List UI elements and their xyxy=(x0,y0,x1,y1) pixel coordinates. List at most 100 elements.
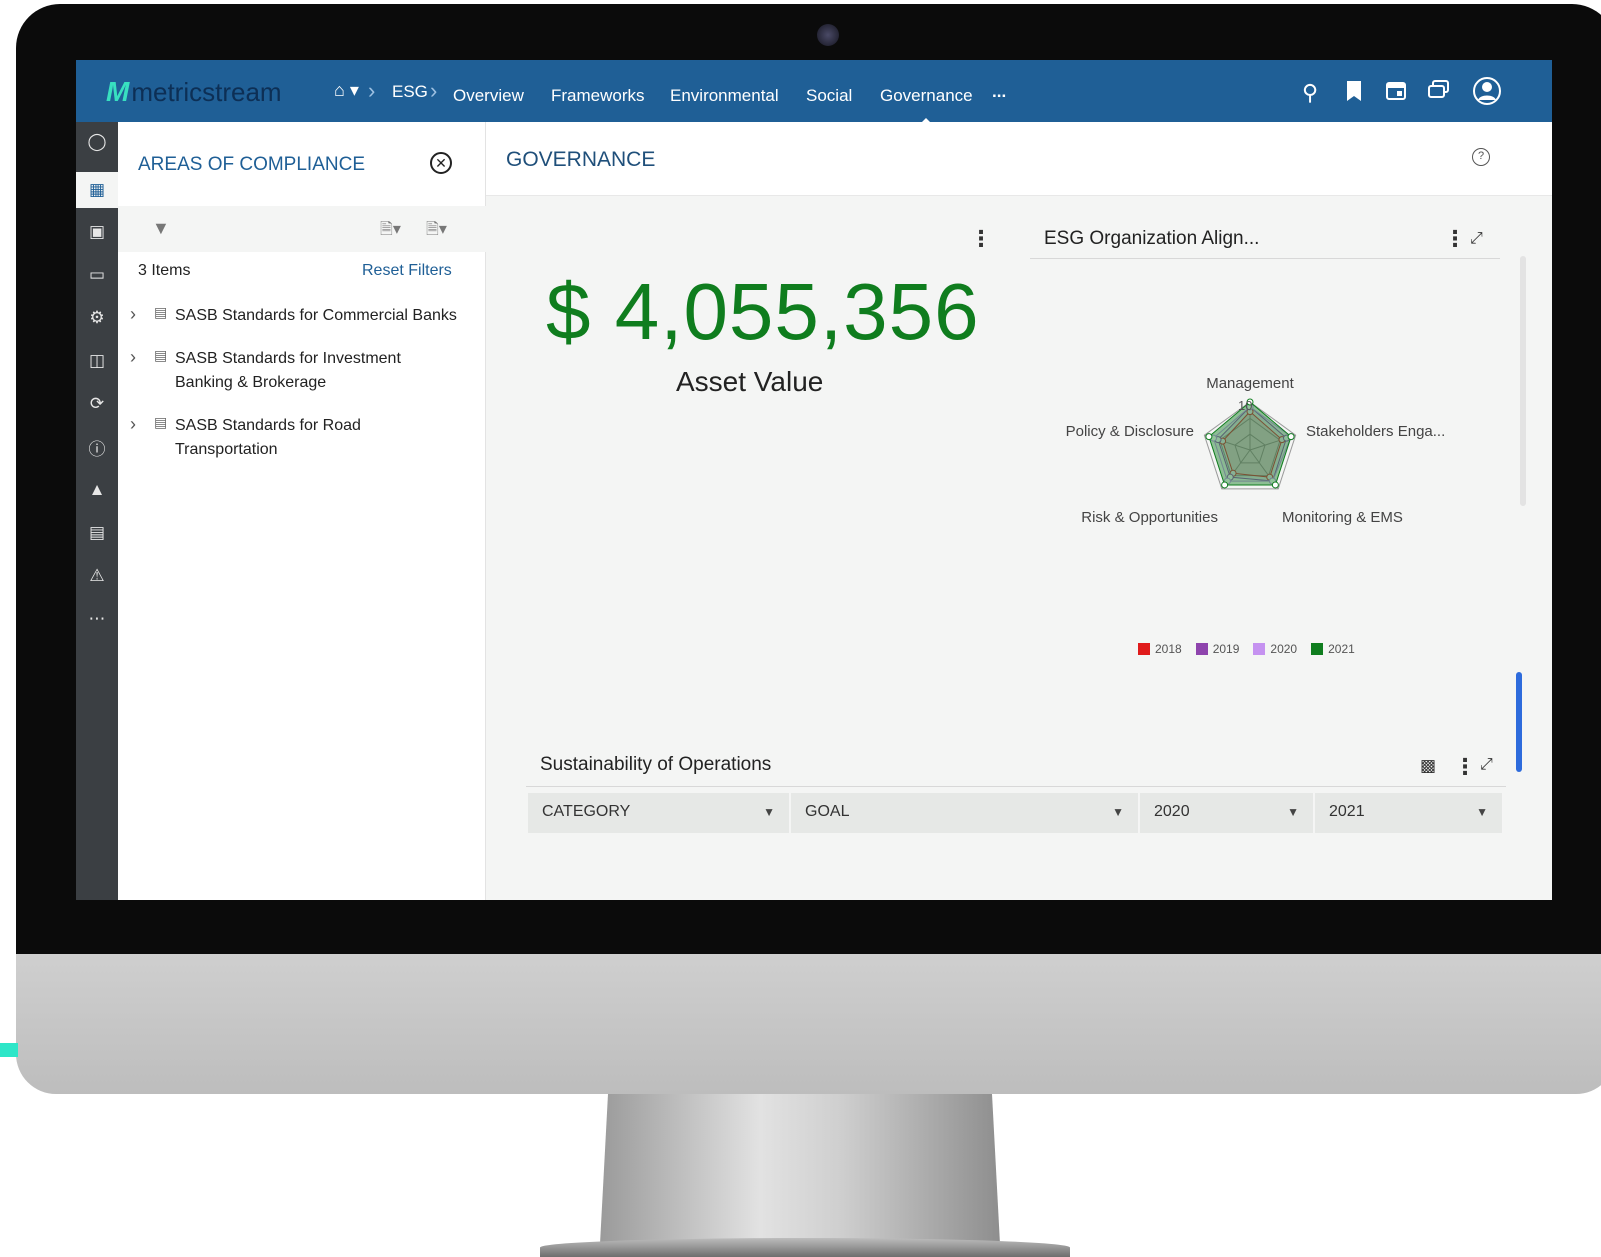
nav-governance[interactable]: Governance xyxy=(880,86,973,124)
tree-item-label: SASB Standards for Commercial Banks xyxy=(175,307,457,324)
page-title: GOVERNANCE xyxy=(506,148,656,171)
more-icon[interactable]: ⋯ xyxy=(76,601,118,637)
radar-chart: 10 Management Stakeholders Enga... Monitori… xyxy=(1066,375,1445,526)
legend-label: 2020 xyxy=(1270,642,1298,656)
legend-item-2019[interactable]: 2019 xyxy=(1195,642,1239,656)
tree-item[interactable]: › ▤ SASB Standards for Commercial Banks xyxy=(118,304,486,328)
legend-swatch xyxy=(1138,643,1150,655)
breadcrumb-esg[interactable]: ESG xyxy=(392,82,428,102)
governance-main: GOVERNANCE ? ⋮ $ 4,055,356 Asset Value E… xyxy=(486,122,1552,900)
radar-axis-label: Monitoring & EMS xyxy=(1282,509,1403,526)
brand-name: metricstream xyxy=(131,76,282,107)
caret-down-icon[interactable]: ▼ xyxy=(1287,805,1299,819)
messages-icon[interactable] xyxy=(1428,80,1450,106)
column-header-category[interactable]: CATEGORY ▼ xyxy=(528,793,790,833)
decorative-accent xyxy=(0,1043,18,1057)
radar-point[interactable] xyxy=(1205,433,1213,441)
standard-icon: ▤ xyxy=(154,347,168,363)
search-icon[interactable]: ⚲ xyxy=(1302,80,1318,106)
column-label: 2021 xyxy=(1329,803,1365,820)
monitor-stand xyxy=(600,1094,1000,1244)
bookmark-icon[interactable] xyxy=(1346,80,1362,108)
warning-icon[interactable]: ⚠ xyxy=(76,558,118,594)
compliance-icon[interactable]: ▦ xyxy=(76,172,118,208)
monitor-icon[interactable]: ▭ xyxy=(76,257,118,293)
column-header-2021[interactable]: 2021 ▼ xyxy=(1315,793,1503,833)
expand-icon[interactable]: ⤢ xyxy=(1470,230,1483,248)
close-icon[interactable]: ✕ xyxy=(430,152,452,174)
caret-down-icon[interactable]: ▼ xyxy=(1476,805,1488,819)
legend-label: 2018 xyxy=(1155,642,1182,656)
radar-point[interactable] xyxy=(1287,433,1295,441)
legend-item-2021[interactable]: 2021 xyxy=(1311,642,1355,656)
help-icon[interactable]: ⓘ xyxy=(76,429,118,465)
nav-environmental[interactable]: Environmental xyxy=(670,86,779,106)
radar-point[interactable] xyxy=(1271,481,1279,489)
documents-icon[interactable]: ◫ xyxy=(76,343,118,379)
nav-frameworks[interactable]: Frameworks xyxy=(551,86,645,106)
user-icon[interactable] xyxy=(1472,76,1502,112)
tree-item-label-continued: Banking & Brokerage xyxy=(175,374,327,391)
panel-toolbar: ▼ 🗎▾ 🗎▾ xyxy=(118,206,486,252)
nav-social[interactable]: Social xyxy=(806,86,852,106)
filter-icon[interactable]: ▼ xyxy=(152,218,170,239)
tree-item-label-continued: Transportation xyxy=(175,441,278,458)
tree-item[interactable]: › ▤ SASB Standards for Investment Bankin… xyxy=(118,347,486,395)
table-expand-icon[interactable]: ⤢ xyxy=(1480,756,1493,774)
legend-label: 2021 xyxy=(1328,642,1355,656)
review-icon[interactable]: ▣ xyxy=(76,214,118,250)
monitor-chin xyxy=(16,954,1601,1094)
nav-more[interactable]: ... xyxy=(992,82,1006,102)
asset-value-label: Asset Value xyxy=(676,366,824,397)
brand-logo[interactable]: M metricstream xyxy=(106,76,282,108)
column-label: CATEGORY xyxy=(542,803,631,820)
tree-item[interactable]: › ▤ SASB Standards for Road Transportati… xyxy=(118,414,486,462)
cycle-icon[interactable]: ⟳ xyxy=(76,386,118,422)
top-navigation-bar: M metricstream ⌂ ▾ › ESG › Overview Fram… xyxy=(76,60,1552,124)
main-header: GOVERNANCE ? xyxy=(486,122,1552,196)
tree-item-label: SASB Standards for Road xyxy=(175,417,361,434)
radar-scale-label: 10 xyxy=(1238,398,1252,413)
report-icon[interactable]: ▤ xyxy=(76,515,118,551)
legend-swatch xyxy=(1311,643,1324,655)
scrollbar-thumb[interactable] xyxy=(1516,672,1522,772)
calendar-icon[interactable] xyxy=(1386,80,1406,106)
chevron-right-icon[interactable]: › xyxy=(130,347,136,368)
chevron-right-icon[interactable]: › xyxy=(130,304,136,325)
camera-icon xyxy=(817,24,839,46)
radar-series-2021[interactable] xyxy=(1208,401,1292,486)
export-report-icon[interactable]: 🗎▾ xyxy=(426,218,447,245)
settings-icon[interactable]: ⚙ xyxy=(76,300,118,336)
help-icon[interactable]: ? xyxy=(1472,148,1490,166)
column-header-2020[interactable]: 2020 ▼ xyxy=(1140,793,1314,833)
caret-down-icon[interactable]: ▼ xyxy=(1112,805,1124,819)
reset-filters-link[interactable]: Reset Filters xyxy=(362,262,452,280)
panel-title: AREAS OF COMPLIANCE xyxy=(138,154,365,175)
column-header-goal[interactable]: GOAL ▼ xyxy=(791,793,1139,833)
chevron-right-icon[interactable]: › xyxy=(130,414,136,435)
radar-point[interactable] xyxy=(1221,481,1229,489)
breadcrumb-separator-icon: › xyxy=(368,78,376,103)
export-document-icon[interactable]: 🗎▾ xyxy=(380,218,401,245)
chart-title: ESG Organization Align... xyxy=(1044,228,1260,249)
kebab-menu-icon[interactable]: ⋮ xyxy=(970,228,992,250)
dashboard-icon[interactable]: ◯ xyxy=(76,124,118,160)
radar-axis-label: Policy & Disclosure xyxy=(1066,423,1194,440)
legend-item-2018[interactable]: 2018 xyxy=(1138,642,1182,656)
breadcrumb-separator-icon: › xyxy=(430,78,438,103)
left-icon-rail: ◯ ▦ ▣ ▭ ⚙ ◫ ⟳ ⓘ ▲ ▤ ⚠ ⋯ xyxy=(76,122,118,900)
home-menu-icon[interactable]: ⌂ ▾ xyxy=(334,80,359,101)
scrollbar[interactable] xyxy=(1520,256,1526,506)
table-config-icon[interactable]: ▩ xyxy=(1420,756,1436,776)
monitor-base xyxy=(540,1238,1070,1257)
chart-kebab-menu-icon[interactable]: ⋮ xyxy=(1444,228,1466,250)
standard-icon: ▤ xyxy=(154,304,168,320)
areas-of-compliance-panel: AREAS OF COMPLIANCE ✕ ▼ 🗎▾ 🗎▾ 3 Items Re… xyxy=(118,122,486,900)
column-label: 2020 xyxy=(1154,803,1190,820)
nav-overview[interactable]: Overview xyxy=(453,86,524,106)
caret-down-icon[interactable]: ▼ xyxy=(763,805,775,819)
legend-item-2020[interactable]: 2020 xyxy=(1253,642,1297,656)
table-kebab-menu-icon[interactable]: ⋮ xyxy=(1454,756,1476,778)
upload-icon[interactable]: ▲ xyxy=(76,472,118,508)
chart-divider xyxy=(1030,258,1500,259)
